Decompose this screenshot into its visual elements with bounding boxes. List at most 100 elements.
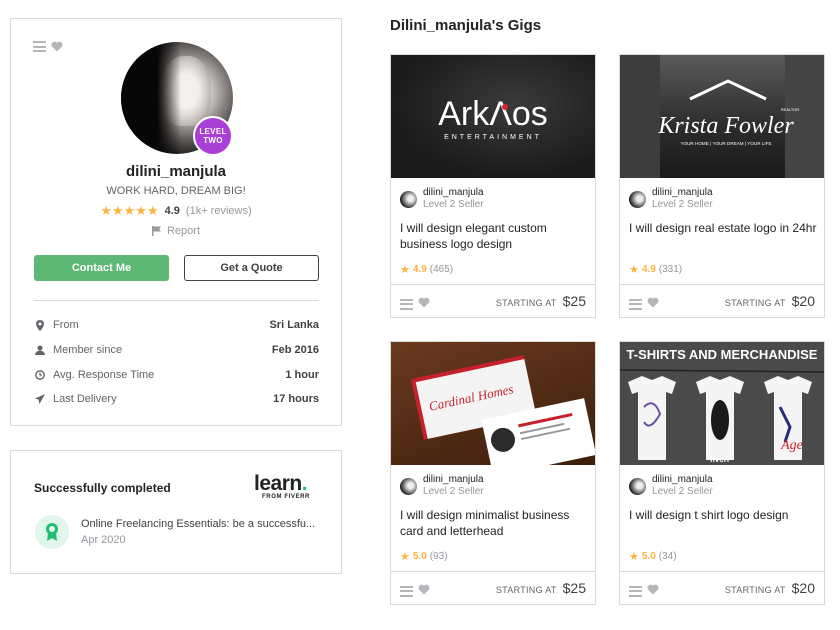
krista-realtor-text: REALTOR (781, 107, 800, 112)
collections-menu-icon[interactable] (629, 298, 642, 310)
learn-card-title: Successfully completed (34, 481, 171, 495)
gig-seller[interactable]: dilini_manjula Level 2 Seller (400, 474, 484, 498)
price-amount: $25 (562, 580, 586, 596)
avatar-hair (121, 42, 181, 154)
gig-footer: STARTING AT $25 (391, 571, 595, 604)
get-a-quote-button[interactable]: Get a Quote (184, 255, 319, 281)
arkos-red-accent (502, 104, 508, 110)
gig-card[interactable]: ArkΛos ENTERTAINMENT dilini_manjula Leve… (390, 54, 596, 318)
contact-me-button[interactable]: Contact Me (34, 255, 169, 281)
gig-price[interactable]: STARTING AT $25 (496, 293, 586, 309)
heart-icon[interactable] (418, 295, 430, 313)
arkos-logo-text: ArkΛos (438, 95, 548, 133)
level-badge: LEVEL TWO (193, 116, 233, 156)
gig-card[interactable]: Krista Fowler REALTOR YOUR HOME | YOUR D… (619, 54, 825, 318)
gig-rating: ★ 4.9 (331) (629, 263, 682, 276)
seller-level: Level 2 Seller (423, 199, 484, 210)
learn-certification-card: Successfully completed learn. FROM FIVER… (10, 450, 342, 574)
gig-rating-count: (34) (658, 551, 677, 562)
seller-info-list: From Sri Lanka Member since Feb 2016 Avg… (34, 313, 319, 412)
seller-avatar (629, 190, 646, 208)
learn-from-fiverr-logo[interactable]: learn. FROM FIVERR (254, 473, 310, 500)
tshirt-print-figure (711, 400, 729, 440)
heart-icon[interactable] (647, 582, 659, 600)
gig-price[interactable]: STARTING AT $20 (725, 580, 815, 596)
seller-avatar (400, 477, 417, 495)
star-icon: ★ (629, 551, 639, 563)
tshirt-shape (628, 376, 676, 460)
heart-icon[interactable] (51, 41, 63, 52)
learn-logo-dot: . (301, 472, 308, 495)
gig-thumbnail[interactable]: T-SHIRTS AND MERCHANDISE Age fiverr (620, 342, 824, 465)
gigs-section-title: Dilini_manjula's Gigs (390, 17, 542, 34)
gig-seller[interactable]: dilini_manjula Level 2 Seller (629, 474, 713, 498)
gig-card[interactable]: T-SHIRTS AND MERCHANDISE Age fiverr dili… (619, 341, 825, 605)
gig-rating-value: 5.0 (641, 551, 656, 562)
building-shape (620, 55, 660, 178)
gig-title[interactable]: I will design elegant custom business lo… (400, 220, 590, 252)
gig-title[interactable]: I will design minimalist business card a… (400, 507, 590, 539)
arkos-logo-subtitle: ENTERTAINMENT (444, 134, 542, 141)
heart-icon[interactable] (647, 295, 659, 313)
collections-menu-icon[interactable] (629, 585, 642, 597)
info-row-member-since: Member since Feb 2016 (34, 338, 319, 363)
info-value: 17 hours (273, 393, 319, 406)
seller-level: Level 2 Seller (652, 199, 713, 210)
price-amount: $25 (562, 293, 586, 309)
hanger-rail (620, 369, 824, 373)
gig-card[interactable]: Cardinal Homes dilini_manjula Level 2 Se… (390, 341, 596, 605)
gig-rating: ★ 5.0 (93) (400, 550, 448, 563)
profile-actions (33, 41, 63, 52)
gig-thumbnail[interactable]: Cardinal Homes (391, 342, 595, 465)
info-label: Avg. Response Time (53, 368, 155, 381)
learn-logo-text: learn (254, 472, 302, 495)
seller-name[interactable]: dilini_manjula (423, 474, 484, 486)
seller-level: Level 2 Seller (652, 486, 713, 497)
seller-name[interactable]: dilini_manjula (423, 187, 484, 199)
collections-menu-icon[interactable] (33, 41, 46, 52)
seller-name[interactable]: dilini_manjula (652, 187, 713, 199)
heart-icon[interactable] (418, 582, 430, 600)
level-badge-line1: LEVEL (199, 127, 227, 136)
gig-thumbnail[interactable]: Krista Fowler REALTOR YOUR HOME | YOUR D… (620, 55, 824, 178)
seller-profile-card: LEVEL TWO dilini_manjula WORK HARD, DREA… (10, 18, 342, 426)
gig-footer: STARTING AT $20 (620, 571, 824, 604)
star-icon: ★ (400, 264, 410, 276)
tshirt-print-word: Age (780, 438, 803, 453)
course-title[interactable]: Online Freelancing Essentials: be a succ… (81, 518, 315, 530)
gig-title[interactable]: I will design real estate logo in 24hr (629, 220, 819, 236)
rating-stars-icon: ★★★★★ (100, 203, 159, 218)
info-label: Member since (53, 344, 123, 357)
info-row-last-delivery: Last Delivery 17 hours (34, 387, 319, 412)
seller-avatar (400, 190, 417, 208)
info-row-response-time: Avg. Response Time 1 hour (34, 362, 319, 387)
tshirt-banner-text: T-SHIRTS AND MERCHANDISE (627, 347, 818, 362)
report-link[interactable]: Report (11, 225, 341, 237)
info-row-from: From Sri Lanka (34, 313, 319, 338)
gig-seller[interactable]: dilini_manjula Level 2 Seller (629, 187, 713, 211)
report-label: Report (166, 225, 201, 237)
gig-rating-count: (465) (429, 264, 454, 275)
gig-rating-count: (331) (658, 264, 683, 275)
krista-tagline: YOUR HOME | YOUR DREAM | YOUR LIFE (680, 141, 771, 146)
username[interactable]: dilini_manjula (11, 163, 341, 180)
rating-row[interactable]: ★★★★★ 4.9 (1k+ reviews) (11, 203, 341, 219)
gig-price[interactable]: STARTING AT $25 (496, 580, 586, 596)
collections-menu-icon[interactable] (400, 298, 413, 310)
seller-name[interactable]: dilini_manjula (652, 474, 713, 486)
location-pin-icon (34, 319, 45, 331)
user-icon (34, 345, 45, 356)
rating-count: (1k+ reviews) (185, 205, 252, 217)
gig-rating-value: 5.0 (412, 551, 427, 562)
course-date: Apr 2020 (81, 534, 126, 546)
gig-price[interactable]: STARTING AT $20 (725, 293, 815, 309)
info-value: Feb 2016 (271, 344, 319, 357)
gig-title[interactable]: I will design t shirt logo design (629, 507, 819, 523)
gig-seller[interactable]: dilini_manjula Level 2 Seller (400, 187, 484, 211)
star-icon: ★ (400, 551, 410, 563)
gig-thumbnail[interactable]: ArkΛos ENTERTAINMENT (391, 55, 595, 178)
info-label: Last Delivery (53, 393, 117, 406)
starting-at-label: STARTING AT (724, 585, 786, 595)
level-badge-line2: TWO (203, 136, 223, 145)
collections-menu-icon[interactable] (400, 585, 413, 597)
